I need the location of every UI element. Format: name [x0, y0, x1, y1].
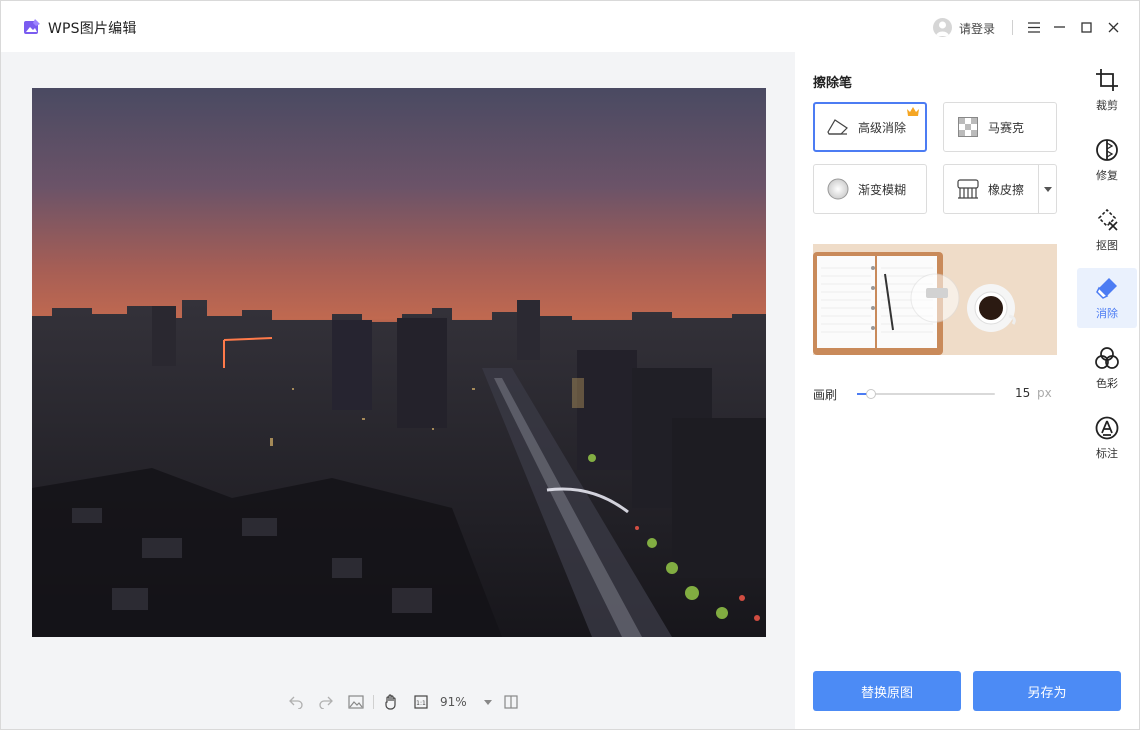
brush-size-value[interactable]: 15 [1015, 386, 1030, 400]
rail-item-crop[interactable]: 裁剪 [1077, 60, 1137, 120]
app-logo-icon [24, 19, 40, 34]
crop-icon [1094, 67, 1120, 93]
actual-size-icon: 1:1 [414, 695, 428, 709]
brush-size-unit: px [1037, 386, 1052, 400]
rail-label: 裁剪 [1096, 99, 1118, 112]
redo-button[interactable] [311, 692, 341, 712]
rail-label: 色彩 [1096, 377, 1118, 390]
crown-icon [907, 107, 919, 116]
title-bar: WPS图片编辑 请登录 [0, 0, 1140, 52]
svg-text:1:1: 1:1 [416, 700, 426, 707]
close-icon [1108, 22, 1118, 32]
save-as-button[interactable]: 另存为 [973, 671, 1121, 711]
tool-label: 高级消除 [858, 120, 907, 135]
hand-icon [385, 694, 396, 710]
eraser-panel: 擦除笔 高级消除 马赛克 渐变模糊 橡皮擦 画刷 15 px 替换原图 另存为 … [795, 52, 1140, 730]
panel-title: 擦除笔 [813, 76, 853, 91]
redo-icon [319, 696, 333, 709]
caret-down-icon [1043, 186, 1052, 192]
pan-hand-button[interactable] [376, 692, 406, 712]
undo-button[interactable] [281, 692, 311, 712]
rail-label: 标注 [1096, 447, 1118, 460]
login-link[interactable]: 请登录 [959, 20, 995, 37]
close-button[interactable] [1103, 17, 1123, 37]
avatar[interactable] [933, 18, 952, 37]
rail-item-annotate[interactable]: 标注 [1077, 408, 1137, 468]
split-compare-button[interactable] [496, 692, 526, 712]
brush-size-label: 画刷 [813, 388, 838, 402]
rail-label: 抠图 [1096, 239, 1118, 252]
cutout-icon [1094, 207, 1120, 233]
rail-item-repair[interactable]: 修复 [1077, 130, 1137, 190]
menu-button[interactable] [1024, 17, 1044, 37]
maximize-button[interactable] [1076, 17, 1096, 37]
image-icon [348, 695, 364, 709]
annotate-icon [1094, 415, 1120, 441]
replace-original-button[interactable]: 替换原图 [813, 671, 961, 711]
mosaic-tool[interactable]: 马赛克 [943, 102, 1057, 152]
toolbar-separator [373, 695, 374, 709]
app-title: WPS图片编辑 [48, 21, 137, 37]
slider-thumb[interactable] [866, 389, 876, 399]
minimize-button[interactable] [1049, 17, 1069, 37]
undo-icon [289, 696, 303, 709]
advanced-erase-tool[interactable]: 高级消除 [813, 102, 927, 152]
repair-icon [1094, 137, 1120, 163]
minimize-icon [1053, 26, 1065, 28]
eraser-tool-icon [826, 115, 850, 139]
eraser-brush-icon [956, 177, 980, 201]
eraser-brush-tool[interactable]: 橡皮擦 [943, 164, 1057, 214]
rail-label: 修复 [1096, 169, 1118, 182]
rail-label: 消除 [1096, 307, 1118, 320]
eraser-dropdown[interactable] [1038, 165, 1056, 213]
zoom-level[interactable]: 91% [440, 695, 480, 709]
rail-item-cutout[interactable]: 抠图 [1077, 200, 1137, 260]
menu-icon [1028, 21, 1040, 33]
rail-item-color[interactable]: 色彩 [1077, 338, 1137, 398]
tool-label: 马赛克 [988, 120, 1025, 135]
color-icon [1094, 345, 1120, 371]
split-view-icon [504, 695, 518, 709]
eraser-icon [1094, 275, 1120, 301]
tool-label: 橡皮擦 [988, 182, 1025, 197]
rail-item-erase[interactable]: 消除 [1077, 268, 1137, 328]
canvas-toolbar: 1:1 91% [281, 692, 526, 712]
edited-photo[interactable] [32, 88, 766, 637]
maximize-icon [1080, 21, 1092, 33]
tool-preview-image [813, 244, 1057, 355]
brush-size-slider[interactable] [857, 389, 995, 399]
tool-label: 渐变模糊 [858, 182, 907, 197]
caret-down-icon [484, 699, 492, 705]
zoom-dropdown[interactable] [480, 692, 496, 712]
actual-size-button[interactable]: 1:1 [406, 692, 436, 712]
mosaic-icon [956, 115, 980, 139]
compare-original-button[interactable] [341, 692, 371, 712]
canvas-area: 1:1 91% [0, 52, 795, 730]
titlebar-divider [1012, 20, 1013, 35]
gradient-blur-tool[interactable]: 渐变模糊 [813, 164, 927, 214]
blur-icon [826, 177, 850, 201]
